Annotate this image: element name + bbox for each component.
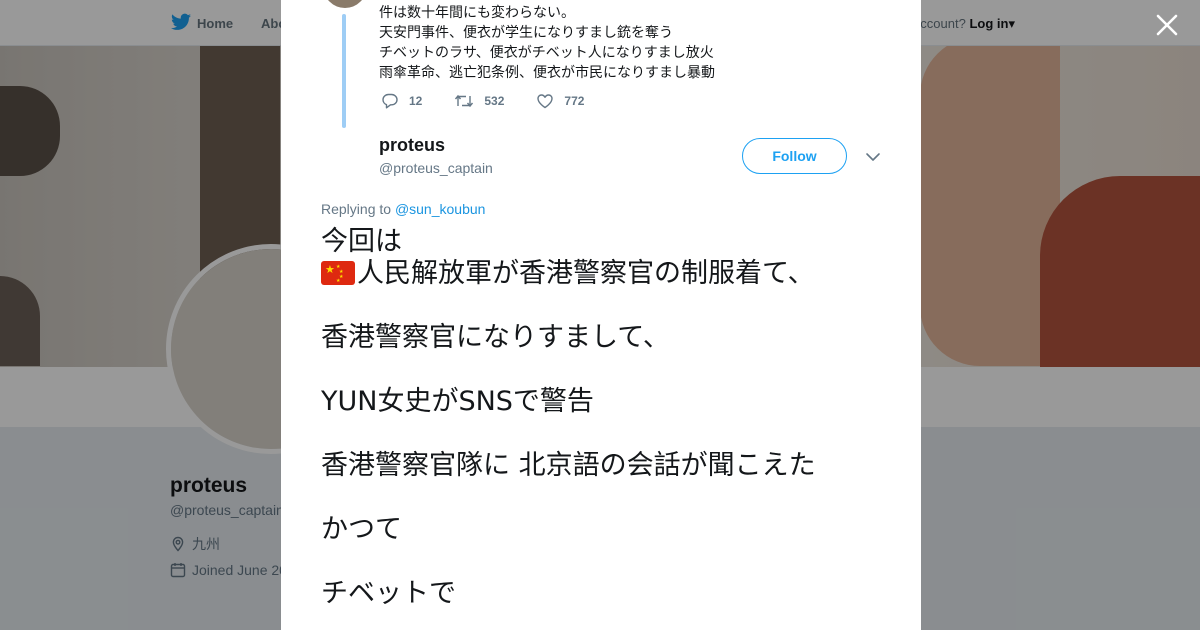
- tweet-line: チベットで: [321, 578, 456, 609]
- parent-tweet-line: チベットのラサ、便衣がチベット人になりすまし放火: [379, 44, 714, 60]
- follow-button[interactable]: Follow: [742, 138, 847, 174]
- parent-tweet-line: 件は数十年間にも変わらない。: [379, 4, 575, 20]
- tweet-line-with-flag: ★ ★ ★ ★ ★ 人民解放軍が香港警察官の制服着て、: [321, 258, 816, 290]
- reply-icon: [382, 93, 398, 109]
- replying-prefix: Replying to: [321, 201, 392, 217]
- like-action[interactable]: 772: [536, 92, 584, 110]
- replying-mention-link[interactable]: @sun_koubun: [395, 201, 486, 217]
- tweet-author-handle[interactable]: @proteus_captain: [379, 160, 493, 176]
- close-icon[interactable]: [1154, 12, 1180, 38]
- tweet-line: かつて: [321, 514, 402, 545]
- tweet-author-name[interactable]: proteus: [379, 135, 445, 156]
- reply-action[interactable]: 12: [381, 92, 422, 110]
- thread-connector-line: [342, 14, 346, 128]
- parent-tweet-avatar[interactable]: [321, 0, 369, 10]
- replying-to: Replying to @sun_koubun: [321, 201, 485, 217]
- chevron-down-icon[interactable]: [864, 148, 882, 166]
- reply-count: 12: [409, 94, 423, 108]
- like-count: 772: [564, 94, 585, 108]
- tweet-modal: 件は数十年間にも変わらない。 天安門事件、便衣が学生になりすまし銃を奪う チベッ…: [281, 0, 921, 630]
- parent-tweet-actions: 12 532 772: [381, 92, 616, 110]
- parent-tweet-text: 件は数十年間にも変わらない。 天安門事件、便衣が学生になりすまし銃を奪う チベッ…: [379, 2, 715, 82]
- tweet-line-text: 人民解放軍が香港警察官の制服着て、: [357, 258, 815, 289]
- tweet-line: 香港警察官になりすまして、: [321, 322, 670, 353]
- tweet-line: YUN女史がSNSで警告: [321, 386, 594, 417]
- parent-tweet-line: 雨傘革命、逃亡犯条例、便衣が市民になりすまし暴動: [379, 64, 715, 80]
- tweet-line: 今回は: [321, 226, 402, 257]
- china-flag-icon: ★ ★ ★ ★ ★: [321, 261, 355, 285]
- like-icon: [537, 94, 554, 109]
- tweet-body: 今回は ★ ★ ★ ★ ★ 人民解放軍が香港警察官の制服着て、 香港警察官になりすまして、…: [321, 226, 816, 610]
- tweet-line: 香港警察官隊に 北京語の会話が聞こえた: [321, 450, 816, 481]
- parent-tweet-line: 天安門事件、便衣が学生になりすまし銃を奪う: [379, 24, 673, 40]
- retweet-count: 532: [484, 94, 505, 108]
- retweet-action[interactable]: 532: [454, 92, 504, 110]
- retweet-icon: [455, 94, 474, 108]
